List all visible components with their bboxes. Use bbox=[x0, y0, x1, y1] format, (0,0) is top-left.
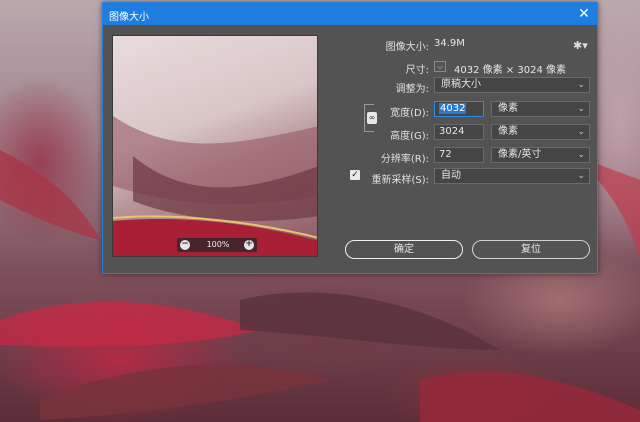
resolution-value: 72 bbox=[439, 149, 452, 160]
resolution-unit-select[interactable]: 像素/英寸 ⌄ bbox=[491, 147, 590, 163]
chevron-down-icon[interactable]: ⌵ bbox=[434, 61, 446, 72]
dialog-title: 图像大小 bbox=[109, 12, 149, 23]
resolution-input[interactable]: 72 bbox=[434, 147, 484, 163]
fit-to-value: 原稿大小 bbox=[441, 79, 481, 90]
height-value: 3024 bbox=[439, 126, 465, 137]
dimensions-value: 4032 像素 × 3024 像素 bbox=[454, 65, 566, 76]
height-unit: 像素 bbox=[498, 126, 518, 137]
image-size-dialog: 图像大小 ✕ − 100% + 图像大小: 34.9M ✱▾ 尺寸: ⌵ 403… bbox=[102, 2, 598, 274]
height-unit-select[interactable]: 像素 ⌄ bbox=[491, 124, 590, 140]
chevron-down-icon: ⌄ bbox=[577, 80, 585, 90]
fit-to-select[interactable]: 原稿大小 ⌄ bbox=[434, 77, 590, 93]
resolution-unit: 像素/英寸 bbox=[498, 149, 542, 160]
fit-to-label: 调整为: bbox=[395, 84, 429, 95]
height-input[interactable]: 3024 bbox=[434, 124, 484, 140]
resample-value: 自动 bbox=[441, 170, 461, 181]
zoom-in-icon[interactable]: + bbox=[244, 240, 254, 250]
chevron-down-icon: ⌄ bbox=[577, 171, 585, 181]
dimensions-label: 尺寸: bbox=[405, 65, 429, 76]
zoom-level: 100% bbox=[206, 240, 230, 249]
gear-icon[interactable]: ✱▾ bbox=[573, 39, 588, 52]
resample-label: 重新采样(S): bbox=[371, 175, 429, 186]
chevron-down-icon: ⌄ bbox=[577, 104, 585, 114]
resolution-label: 分辨率(R): bbox=[380, 154, 429, 165]
reset-button[interactable]: 复位 bbox=[472, 240, 590, 259]
ok-button[interactable]: 确定 bbox=[345, 240, 463, 259]
image-preview[interactable]: − 100% + bbox=[112, 35, 318, 257]
chevron-down-icon: ⌄ bbox=[577, 127, 585, 137]
preview-leaf-image bbox=[113, 116, 317, 256]
resample-select[interactable]: 自动 ⌄ bbox=[434, 168, 590, 184]
width-value: 4032 bbox=[439, 103, 467, 114]
image-size-label: 图像大小: bbox=[385, 42, 429, 53]
zoom-out-icon[interactable]: − bbox=[180, 240, 190, 250]
close-icon[interactable]: ✕ bbox=[575, 5, 593, 23]
zoom-control: − 100% + bbox=[177, 238, 257, 252]
width-label: 宽度(D): bbox=[390, 108, 429, 119]
width-unit: 像素 bbox=[498, 103, 518, 114]
width-input[interactable]: 4032 bbox=[434, 101, 484, 117]
image-size-value: 34.9M bbox=[434, 38, 465, 49]
width-unit-select[interactable]: 像素 ⌄ bbox=[491, 101, 590, 117]
dialog-titlebar[interactable]: 图像大小 ✕ bbox=[103, 3, 597, 25]
height-label: 高度(G): bbox=[390, 131, 429, 142]
chevron-down-icon: ⌄ bbox=[577, 150, 585, 160]
